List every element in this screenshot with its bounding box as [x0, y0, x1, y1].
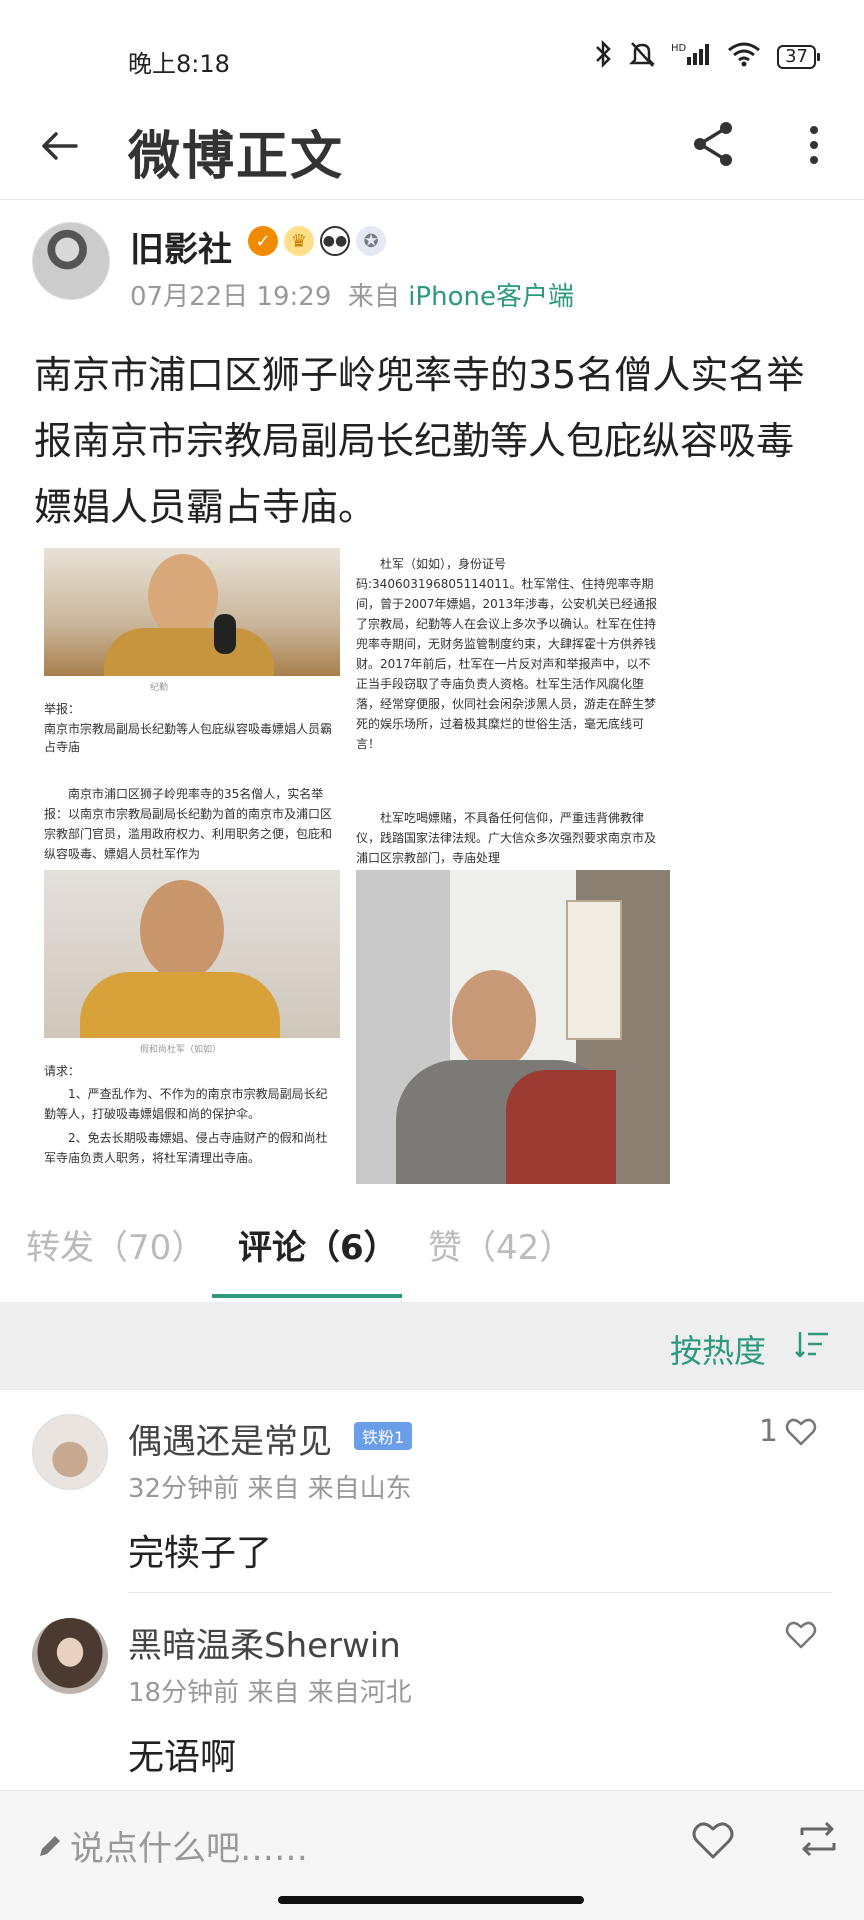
- comment-divider: [128, 1592, 832, 1593]
- doc-para-2: 杜军吃喝嫖赌，不具备任何信仰，严重违背佛教律仪，践踏国家法律法规。广大信众多次强…: [356, 811, 657, 865]
- image-document-left: 纪勤 举报： 南京市宗教局副局长纪勤等人包庇纵容吸毒嫖娼人员霸占寺庙 南京市浦口…: [30, 548, 340, 866]
- author-name[interactable]: 旧影社: [130, 222, 232, 271]
- back-arrow-icon: [42, 132, 78, 160]
- author-badges: ✓ ♛ ●● ✪: [248, 226, 386, 256]
- like-count: 1: [758, 1414, 778, 1449]
- commenter-avatar[interactable]: [32, 1618, 108, 1694]
- photo-monk-1: [44, 870, 340, 1038]
- report-subject: 南京市宗教局副局长纪勤等人包庇纵容吸毒嫖娼人员霸占寺庙: [44, 722, 333, 754]
- like-post-button[interactable]: [690, 1817, 736, 1863]
- request-2: 2、免去长期吸毒嫖娼、侵占寺庙财产的假和尚杜军寺庙负责人职务，将杜军清理出寺庙。: [44, 1131, 328, 1165]
- photo-scroll: [566, 900, 622, 1040]
- sort-bar: 按热度: [0, 1302, 864, 1390]
- panda-badge-icon[interactable]: ●●: [320, 226, 350, 256]
- home-indicator[interactable]: [278, 1896, 584, 1904]
- comment-meta: 18分钟前 来自 来自河北: [128, 1678, 412, 1708]
- pencil-icon: [40, 1835, 60, 1856]
- doc-para-1: 杜军（如如），身份证号码:340603196805114011。杜军常住、住持兜…: [356, 557, 658, 751]
- bluetooth-icon: [593, 39, 613, 74]
- comment-item[interactable]: 偶遇还是常见 铁粉1 32分钟前 来自 来自山东 完犊子了 1: [0, 1394, 864, 1594]
- status-icons: HD 37: [593, 39, 820, 74]
- photo-sash: [506, 1070, 616, 1184]
- commenter-avatar[interactable]: [32, 1414, 108, 1490]
- post-text: 南京市浦口区狮子岭兜率寺的35名僧人实名举报南京市宗教局副局长纪勤等人包庇纵容吸…: [34, 353, 805, 529]
- post-author: 旧影社 ✓ ♛ ●● ✪ 07月22日 19:29 来自 iPhone客户端: [32, 222, 832, 312]
- post-meta: 07月22日 19:29 来自 iPhone客户端: [130, 276, 574, 313]
- comment-text: 完犊子了: [128, 1533, 273, 1574]
- post-image[interactable]: 纪勤 举报： 南京市宗教局副局长纪勤等人包庇纵容吸毒嫖娼人员霸占寺庙 南京市浦口…: [30, 548, 670, 1184]
- comment-input[interactable]: 说点什么吧……: [36, 1821, 308, 1870]
- tab-repost[interactable]: 转发（70）: [26, 1220, 205, 1269]
- mute-bell-icon: [629, 40, 656, 74]
- tab-comments[interactable]: 评论（6）: [238, 1220, 398, 1269]
- comment-like-button[interactable]: [784, 1618, 818, 1652]
- photo-face: [452, 970, 536, 1070]
- more-dot-icon: [810, 126, 818, 134]
- repost-button[interactable]: [796, 1817, 840, 1861]
- more-dot-icon: [810, 156, 818, 164]
- heart-icon: [785, 1418, 817, 1445]
- post-source-client[interactable]: iPhone客户端: [408, 282, 574, 312]
- photo-body: [104, 628, 274, 676]
- report-title: 举报：: [44, 702, 81, 716]
- photo-official: [44, 548, 340, 676]
- more-dot-icon: [810, 141, 818, 149]
- share-icon: [694, 122, 732, 166]
- comment-text: 无语啊: [128, 1737, 237, 1778]
- report-body: 南京市浦口区狮子岭兜率寺的35名僧人，实名举报：以南京市宗教局副局长纪勤为首的南…: [44, 787, 333, 861]
- heart-icon: [785, 1621, 817, 1649]
- request-1: 1、严查乱作为、不作为的南京市宗教局副局长纪勤等人，打破吸毒嫖娼假和尚的保护伞。: [44, 1087, 328, 1121]
- status-time: 晚上8:18: [128, 50, 230, 78]
- image-caption: 假和尚杜军（如如）: [140, 1045, 222, 1055]
- commenter-name[interactable]: 黑暗温柔Sherwin: [128, 1618, 401, 1667]
- author-avatar[interactable]: [32, 222, 110, 300]
- request-title: 请求：: [44, 1064, 81, 1078]
- sort-icon[interactable]: [794, 1330, 830, 1360]
- post-source-prefix: 来自: [347, 282, 400, 312]
- photo-face: [148, 554, 218, 638]
- sort-button[interactable]: 按热度: [670, 1326, 766, 1372]
- status-bar: 晚上8:18 HD 37: [0, 0, 864, 110]
- crown-badge-icon[interactable]: ♛: [284, 226, 314, 256]
- active-tab-indicator: [212, 1294, 402, 1298]
- fan-badge: 铁粉1: [354, 1422, 413, 1450]
- commenter-name[interactable]: 偶遇还是常见: [128, 1414, 332, 1463]
- signal-icon: HD: [671, 41, 711, 73]
- battery-indicator: 37: [777, 45, 820, 69]
- post-date: 07月22日 19:29: [130, 282, 332, 312]
- page-title: 微博正文: [128, 127, 345, 187]
- app-header: 微博正文: [0, 100, 864, 200]
- back-button[interactable]: [36, 122, 84, 170]
- comment-input-bar: 说点什么吧……: [0, 1790, 864, 1920]
- medal-badge-icon[interactable]: ✪: [356, 226, 386, 256]
- photo-robe: [80, 972, 280, 1038]
- tab-likes[interactable]: 赞（42）: [428, 1220, 573, 1269]
- image-caption: 纪勤: [150, 683, 169, 693]
- svg-text:HD: HD: [671, 43, 687, 54]
- photo-face: [140, 880, 224, 980]
- share-button[interactable]: [690, 118, 738, 170]
- comment-meta: 32分钟前 来自 来自山东: [128, 1474, 412, 1504]
- comment-like-button[interactable]: 1: [759, 1414, 818, 1449]
- more-options-button[interactable]: [796, 120, 832, 170]
- post-tabs: 转发（70） 评论（6） 赞（42）: [0, 1190, 864, 1300]
- verified-badge-icon[interactable]: ✓: [248, 226, 278, 256]
- comment-item[interactable]: 黑暗温柔Sherwin 18分钟前 来自 来自河北 无语啊: [0, 1598, 864, 1798]
- wifi-icon: [727, 41, 761, 73]
- image-document-right: 杜军（如如），身份证号码:340603196805114011。杜军常住、住持兜…: [356, 548, 670, 866]
- comment-input-placeholder: 说点什么吧……: [70, 1829, 308, 1869]
- image-monk-right: [356, 870, 670, 1184]
- image-monk-left: 假和尚杜军（如如） 请求： 1、严查乱作为、不作为的南京市宗教局副局长纪勤等人，…: [30, 870, 340, 1184]
- photo-microphone: [214, 614, 236, 654]
